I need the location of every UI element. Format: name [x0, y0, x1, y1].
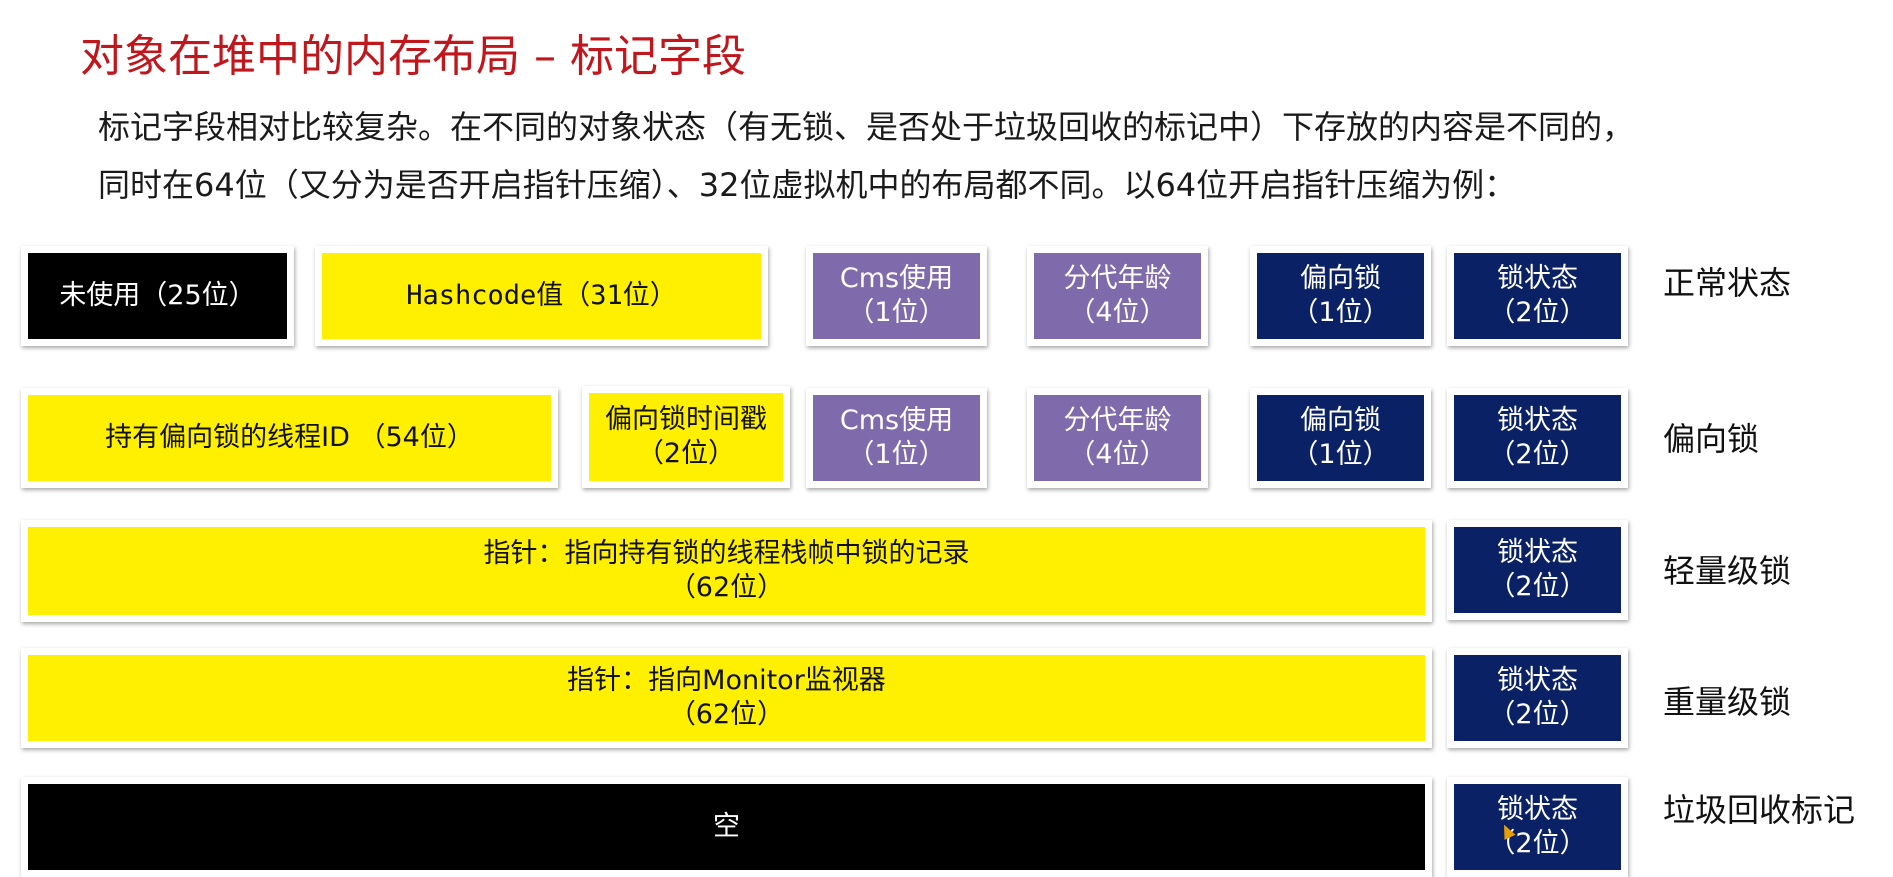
field-unused: 未使用（25位）	[21, 246, 294, 346]
field-bits: （2位）	[1488, 439, 1587, 470]
field-label: 锁状态	[1497, 665, 1578, 696]
field-label: 偏向锁时间戳	[605, 404, 767, 435]
field-lock-state: 锁状态 （2位）	[1447, 520, 1628, 620]
field-bits: （1位）	[847, 297, 946, 328]
field-label: 锁状态	[1497, 405, 1578, 436]
description-line-2: 同时在64位（又分为是否开启指针压缩）、32位虚拟机中的布局都不同。以64位开启…	[98, 166, 1517, 204]
field-monitor-pointer: 指针：指向Monitor监视器 （62位）	[21, 648, 1432, 748]
field-label: 分代年龄	[1063, 405, 1172, 436]
field-label: 空	[713, 811, 740, 842]
page-title: 对象在堆中的内存布局 – 标记字段	[80, 31, 746, 82]
field-cms: Cms使用 （1位）	[806, 388, 987, 488]
field-lock-record-pointer: 指针：指向持有锁的线程栈帧中锁的记录 （62位）	[21, 520, 1432, 622]
field-lock-state: 锁状态 （2位）	[1447, 648, 1628, 748]
field-label: 锁状态	[1497, 263, 1578, 294]
field-cms: Cms使用 （1位）	[806, 246, 987, 346]
field-bits: （1位）	[1291, 439, 1390, 470]
field-label: 分代年龄	[1063, 263, 1172, 294]
field-bits: （2位）	[636, 438, 736, 469]
field-lock-state: 锁状态 （2位）	[1447, 777, 1628, 877]
field-lock-state: 锁状态 （2位）	[1447, 388, 1628, 488]
field-label: 锁状态	[1497, 537, 1578, 568]
description-line-1: 标记字段相对比较复杂。在不同的对象状态（有无锁、是否处于垃圾回收的标记中）下存放…	[98, 108, 1635, 146]
field-bits: （2位）	[1488, 297, 1587, 328]
field-bits: （1位）	[1291, 297, 1390, 328]
field-bits: （4位）	[1068, 439, 1167, 470]
state-label: 轻量级锁	[1663, 552, 1792, 590]
state-label: 偏向锁	[1663, 420, 1760, 458]
field-epoch: 偏向锁时间戳 （2位）	[582, 386, 790, 488]
field-age: 分代年龄 （4位）	[1027, 388, 1208, 488]
field-label: Cms使用	[839, 263, 954, 294]
field-bits: （2位）	[1488, 571, 1587, 602]
field-bits: （4位）	[1068, 297, 1167, 328]
field-hashcode: Hashcode值（31位）	[315, 246, 768, 346]
field-label: 指针：指向持有锁的线程栈帧中锁的记录	[483, 538, 970, 569]
field-bits: （1位）	[847, 439, 946, 470]
field-lock-state: 锁状态 （2位）	[1447, 246, 1628, 346]
field-label: 持有偏向锁的线程ID （54位）	[105, 422, 474, 453]
state-label: 重量级锁	[1663, 683, 1792, 721]
field-biased-flag: 偏向锁 （1位）	[1250, 388, 1431, 488]
field-bits: （62位）	[668, 699, 785, 730]
state-label: 正常状态	[1663, 264, 1792, 302]
field-label: 偏向锁	[1300, 405, 1381, 436]
field-age: 分代年龄 （4位）	[1027, 246, 1208, 346]
state-label: 垃圾回收标记	[1663, 791, 1856, 829]
field-label: Hashcode值（31位）	[406, 280, 677, 311]
field-bits: （2位）	[1488, 699, 1587, 730]
field-label: Cms使用	[839, 405, 954, 436]
field-thread-id: 持有偏向锁的线程ID （54位）	[21, 388, 558, 488]
field-label: 偏向锁	[1300, 263, 1381, 294]
field-empty: 空	[21, 777, 1432, 877]
field-label: 未使用（25位）	[59, 280, 256, 311]
field-biased-flag: 偏向锁 （1位）	[1250, 246, 1431, 346]
field-bits: （62位）	[668, 572, 785, 603]
field-label: 指针：指向Monitor监视器	[567, 665, 886, 696]
